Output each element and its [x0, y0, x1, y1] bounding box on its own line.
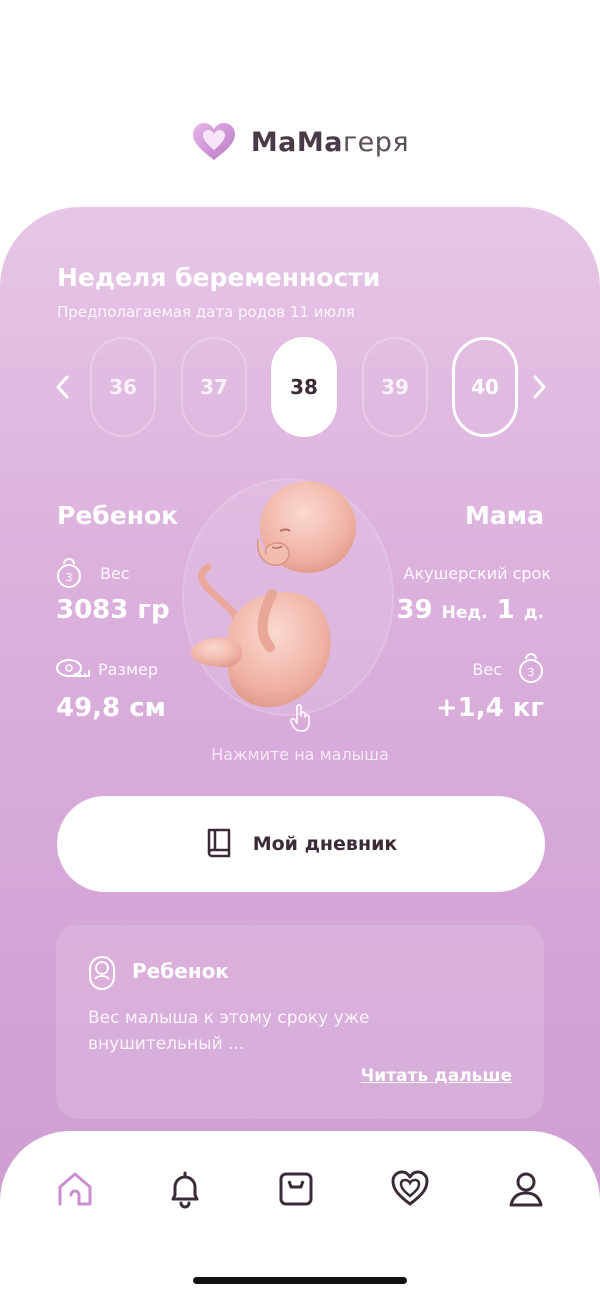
weight-icon: 3 [519, 653, 543, 683]
week-pill-37[interactable]: 37 [181, 337, 247, 437]
my-diary-button[interactable]: Мой дневник [57, 796, 545, 892]
chevron-right-icon[interactable] [529, 372, 549, 402]
profile-icon[interactable] [506, 1169, 546, 1209]
tap-hand-icon [289, 704, 310, 732]
baby-weight-label: Вес [100, 564, 130, 583]
fetus-illustration[interactable] [160, 469, 410, 729]
due-date-label: Предполагаемая дата родов 11 июля [57, 303, 355, 321]
article-body: Вес малыша к этому сроку уже внушительны… [88, 1008, 370, 1054]
bottom-nav [0, 1131, 600, 1311]
svg-text:3: 3 [528, 666, 535, 679]
home-icon[interactable] [55, 1169, 95, 1209]
mom-weight-label: Вес [472, 660, 502, 679]
week-title: Неделя беременности [57, 263, 381, 292]
article-title: Ребенок [132, 959, 229, 983]
week-pill-39[interactable]: 39 [362, 337, 428, 437]
my-diary-label: Мой дневник [252, 833, 398, 855]
heart-logo-icon [192, 123, 235, 160]
mom-term-label: Акушерский срок [403, 564, 551, 583]
pregnancy-card: Неделя беременности Предполагаемая дата … [0, 207, 600, 1207]
baby-article-icon [89, 956, 115, 990]
baby-weight-value: 3083 гр [56, 595, 170, 625]
app-name: МаМагеря [250, 126, 410, 158]
week-pill-40[interactable]: 40 [452, 337, 518, 437]
article-card[interactable]: Ребенок Вес малыша к этому сроку уже вну… [56, 925, 544, 1119]
measuring-tape-icon [56, 659, 90, 677]
home-indicator[interactable] [193, 1277, 407, 1284]
bell-icon[interactable] [165, 1169, 205, 1209]
app-logo: МаМагеря [0, 122, 600, 162]
week-pill-38-selected[interactable]: 38 [271, 337, 337, 437]
mom-heading: Мама [464, 501, 544, 530]
baby-size-value: 49,8 см [56, 693, 166, 723]
read-more-link[interactable]: Читать дальше [361, 1066, 512, 1086]
scale-icon[interactable] [276, 1169, 316, 1209]
week-pill-36[interactable]: 36 [90, 337, 156, 437]
tap-baby-hint: Нажмите на малыша [211, 745, 389, 764]
svg-text:3: 3 [66, 571, 73, 584]
baby-size-label: Размер [98, 660, 159, 679]
chevron-left-icon[interactable] [53, 372, 73, 402]
book-icon [207, 828, 230, 858]
weight-icon: 3 [57, 558, 81, 588]
mom-weight-value: +1,4 кг [435, 693, 544, 723]
heart-icon[interactable] [390, 1169, 430, 1209]
mom-term-value: 39 Нед. 1 д. [396, 595, 544, 625]
